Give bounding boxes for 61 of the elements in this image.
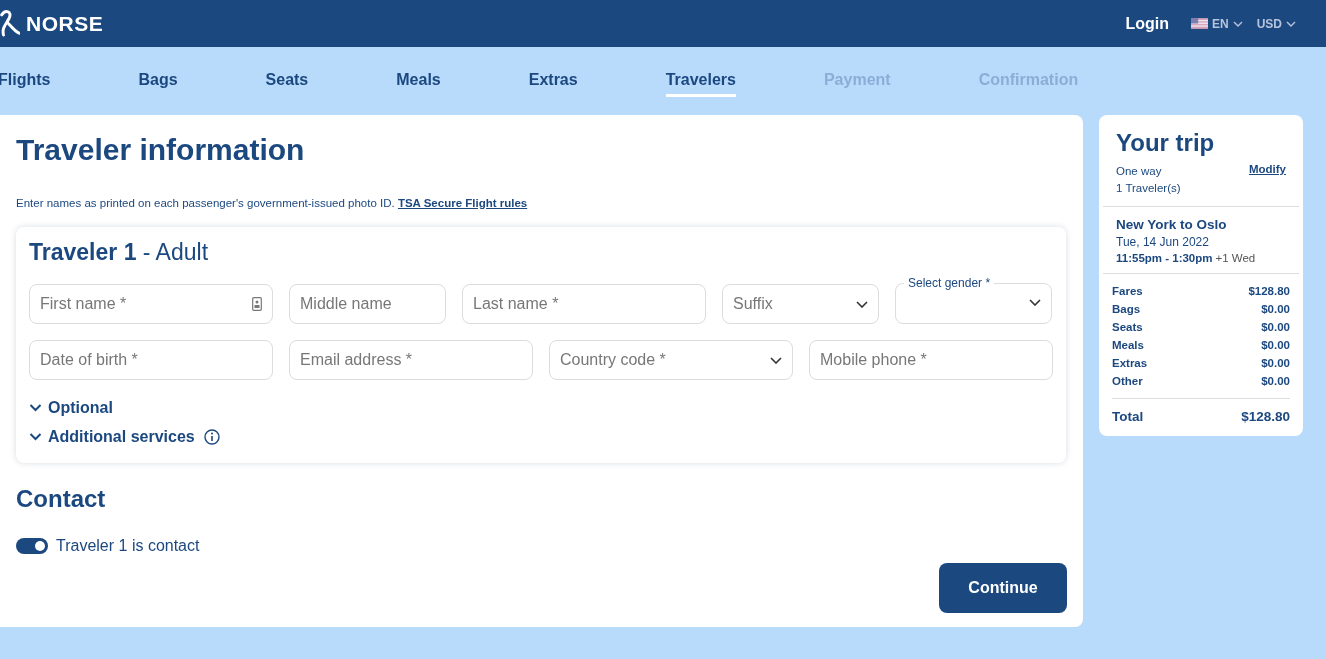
field-label: Select gender *	[907, 276, 992, 290]
rules-link[interactable]: TSA Secure Flight rules	[397, 197, 528, 209]
input-field[interactable]: First name *	[29, 284, 273, 324]
step-tab[interactable]: Meals	[396, 65, 441, 97]
traveler-count: 1 Traveler(s)	[1116, 181, 1182, 196]
expand-toggle[interactable]: Optional	[29, 396, 113, 420]
chevron-down-icon	[1029, 299, 1041, 306]
step-tab[interactable]: Bags	[138, 65, 178, 97]
flight-times: 11:55pm - 1:30pm	[1116, 252, 1213, 264]
next-day-note: +1 Wed	[1215, 252, 1256, 264]
chevron-down-icon	[1232, 20, 1243, 27]
cost-amount: $128.80	[1248, 284, 1290, 299]
page-title: Traveler information	[16, 133, 306, 167]
logo-icon	[0, 8, 20, 39]
cost-amount: $0.00	[1261, 356, 1290, 371]
summary-title: Your trip	[1116, 129, 1216, 157]
chevron-down-icon	[770, 356, 782, 364]
input-field[interactable]: Last name *	[462, 284, 706, 324]
expand-toggle[interactable]: Additional services	[29, 425, 220, 449]
id-note: Enter names as printed on each passenger's government-issued photo ID. TSA Secure Flight rules	[16, 197, 529, 209]
brand-name: NORSE	[26, 11, 104, 36]
cost-label: Fares	[1112, 284, 1143, 299]
total-label: Total	[1112, 409, 1144, 424]
cost-label: Extras	[1112, 356, 1148, 371]
cost-amount: $0.00	[1261, 320, 1290, 335]
contact-heading: Contact	[16, 485, 107, 513]
input-field[interactable]: Middle name	[289, 284, 446, 324]
flight-date: Tue, 14 Jun 2022	[1116, 235, 1210, 249]
cost-label: Meals	[1112, 338, 1144, 353]
toggle-label: Traveler 1 is contact	[56, 537, 200, 555]
id-card-icon	[252, 297, 262, 311]
cost-amount: $0.00	[1261, 338, 1290, 353]
input-field[interactable]: Mobile phone *	[809, 340, 1053, 380]
step-tab[interactable]: Seats	[265, 65, 309, 97]
cost-label: Bags	[1112, 302, 1141, 317]
input-field[interactable]: Select gender *	[895, 276, 1052, 324]
step-tab[interactable]: Extras	[528, 65, 578, 97]
input-field[interactable]: Date of birth *	[29, 340, 273, 380]
login-link[interactable]: Login	[1125, 14, 1169, 33]
cost-amount: $0.00	[1261, 374, 1290, 389]
step-tab[interactable]: Travelers	[665, 65, 736, 97]
input-field[interactable]: Email address *	[289, 340, 533, 380]
cost-label: Seats	[1112, 320, 1143, 335]
cost-amount: $0.00	[1261, 302, 1290, 317]
traveler-heading: Traveler 1 - Adult	[29, 239, 210, 266]
cost-label: Other	[1112, 374, 1143, 389]
route-text: New York to Oslo	[1116, 217, 1228, 232]
input-field[interactable]: Country code *	[549, 340, 793, 380]
currency-select[interactable]: USD	[1256, 16, 1296, 31]
continue-button[interactable]: Continue	[939, 563, 1067, 613]
modify-link[interactable]: Modify	[1248, 163, 1286, 180]
contact-toggle[interactable]	[16, 538, 48, 554]
chevron-down-icon	[29, 433, 42, 441]
input-field[interactable]: Suffix	[722, 284, 879, 324]
chevron-down-icon	[1286, 20, 1296, 27]
language-select[interactable]: EN	[1191, 16, 1243, 31]
flag-icon	[1191, 18, 1208, 29]
trip-type: One way	[1116, 164, 1162, 179]
total-amount: $128.80	[1241, 409, 1290, 424]
chevron-down-icon	[29, 404, 42, 412]
chevron-down-icon	[856, 300, 868, 308]
